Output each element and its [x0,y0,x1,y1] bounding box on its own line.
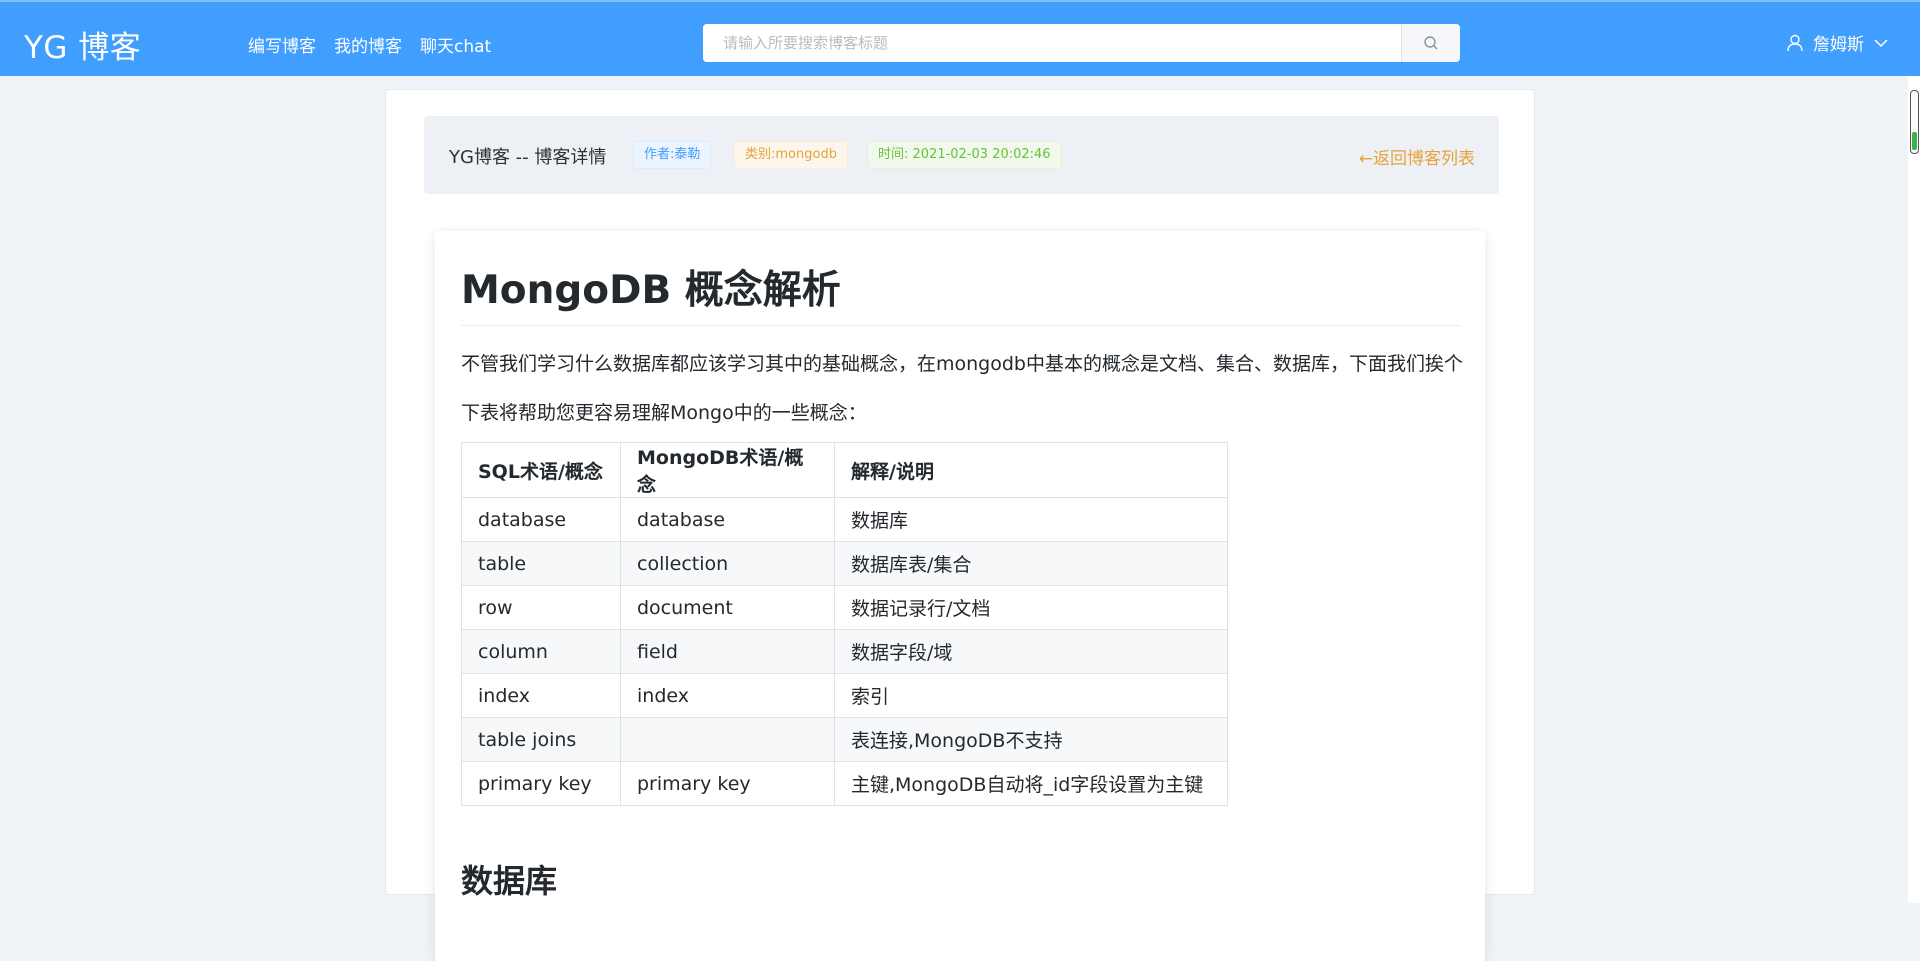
table-cell: 数据字段/域 [834,629,1228,674]
table-cell: document [620,585,835,630]
search-button[interactable] [1401,24,1460,62]
back-to-list-link[interactable]: ←返回博客列表 [1359,144,1475,169]
scrollbar-thumb[interactable] [1910,90,1919,154]
user-name: 詹姆斯 [1813,35,1864,55]
table-cell: 表连接,MongoDB不支持 [834,717,1228,762]
article-body: MongoDB 概念解析 不管我们学习什么数据库都应该学习其中的基础概念，在mo… [435,231,1485,961]
table-row: table collection 数据库表/集合 [461,541,1228,586]
table-cell: database [620,497,835,542]
user-icon [1787,34,1803,51]
chevron-down-icon [1874,38,1888,47]
table-cell: primary key [461,761,621,806]
article-paragraph: 不管我们学习什么数据库都应该学习其中的基础概念，在mongodb中基本的概念是文… [461,353,1463,375]
table-cell: table joins [461,717,621,762]
table-cell: 数据记录行/文档 [834,585,1228,630]
user-menu[interactable]: 詹姆斯 [1787,30,1888,55]
time-tag: 时间: 2021-02-03 20:02:46 [867,141,1062,169]
nav-my-blog[interactable]: 我的博客 [334,32,402,57]
category-tag: 类别:mongodb [734,141,848,169]
page-header: YG博客 -- 博客详情 作者:泰勒 类别:mongodb 时间: 2021-0… [424,116,1499,194]
table-row: table joins 表连接,MongoDB不支持 [461,717,1228,762]
table-header-row: SQL术语/概念 MongoDB术语/概念 解释/说明 [461,442,1228,498]
nav-links: 编写博客 我的博客 聊天chat [248,32,491,57]
table-row: column field 数据字段/域 [461,629,1228,674]
author-tag: 作者:泰勒 [633,141,712,169]
search-icon [1424,36,1438,50]
nav-write-blog[interactable]: 编写博客 [248,32,316,57]
top-navbar: YG 博客 编写博客 我的博客 聊天chat 詹姆斯 [0,0,1920,76]
article-paragraph: 下表将帮助您更容易理解Mongo中的一些概念： [461,402,867,424]
scroll-indicator [1912,132,1917,150]
site-logo[interactable]: YG 博客 [24,22,141,67]
search-input[interactable] [703,24,1401,62]
blog-detail-card: YG博客 -- 博客详情 作者:泰勒 类别:mongodb 时间: 2021-0… [385,89,1535,961]
table-cell: 数据库 [834,497,1228,542]
table-header-cell: SQL术语/概念 [461,442,621,498]
section-heading: 数据库 [461,862,558,900]
table-cell: 主键,MongoDB自动将_id字段设置为主键 [834,761,1228,806]
table-cell: 数据库表/集合 [834,541,1228,586]
table-cell: row [461,585,621,630]
search-bar [703,24,1460,62]
table-cell [620,717,835,762]
table-cell: field [620,629,835,674]
page-title: YG博客 -- 博客详情 [449,147,607,168]
table-cell: collection [620,541,835,586]
table-row: index index 索引 [461,673,1228,718]
article-title: MongoDB 概念解析 [461,231,1461,326]
concept-table: SQL术语/概念 MongoDB术语/概念 解释/说明 database dat… [461,442,1228,806]
table-cell: database [461,497,621,542]
table-row: row document 数据记录行/文档 [461,585,1228,630]
table-cell: table [461,541,621,586]
table-header-cell: MongoDB术语/概念 [620,442,835,498]
table-cell: column [461,629,621,674]
table-row: primary key primary key 主键,MongoDB自动将_id… [461,761,1228,806]
table-cell: 索引 [834,673,1228,718]
page-scrollbar[interactable] [1908,76,1920,903]
nav-chat[interactable]: 聊天chat [420,32,491,57]
table-cell: index [620,673,835,718]
table-cell: index [461,673,621,718]
table-cell: primary key [620,761,835,806]
table-row: database database 数据库 [461,497,1228,542]
table-header-cell: 解释/说明 [834,442,1228,498]
